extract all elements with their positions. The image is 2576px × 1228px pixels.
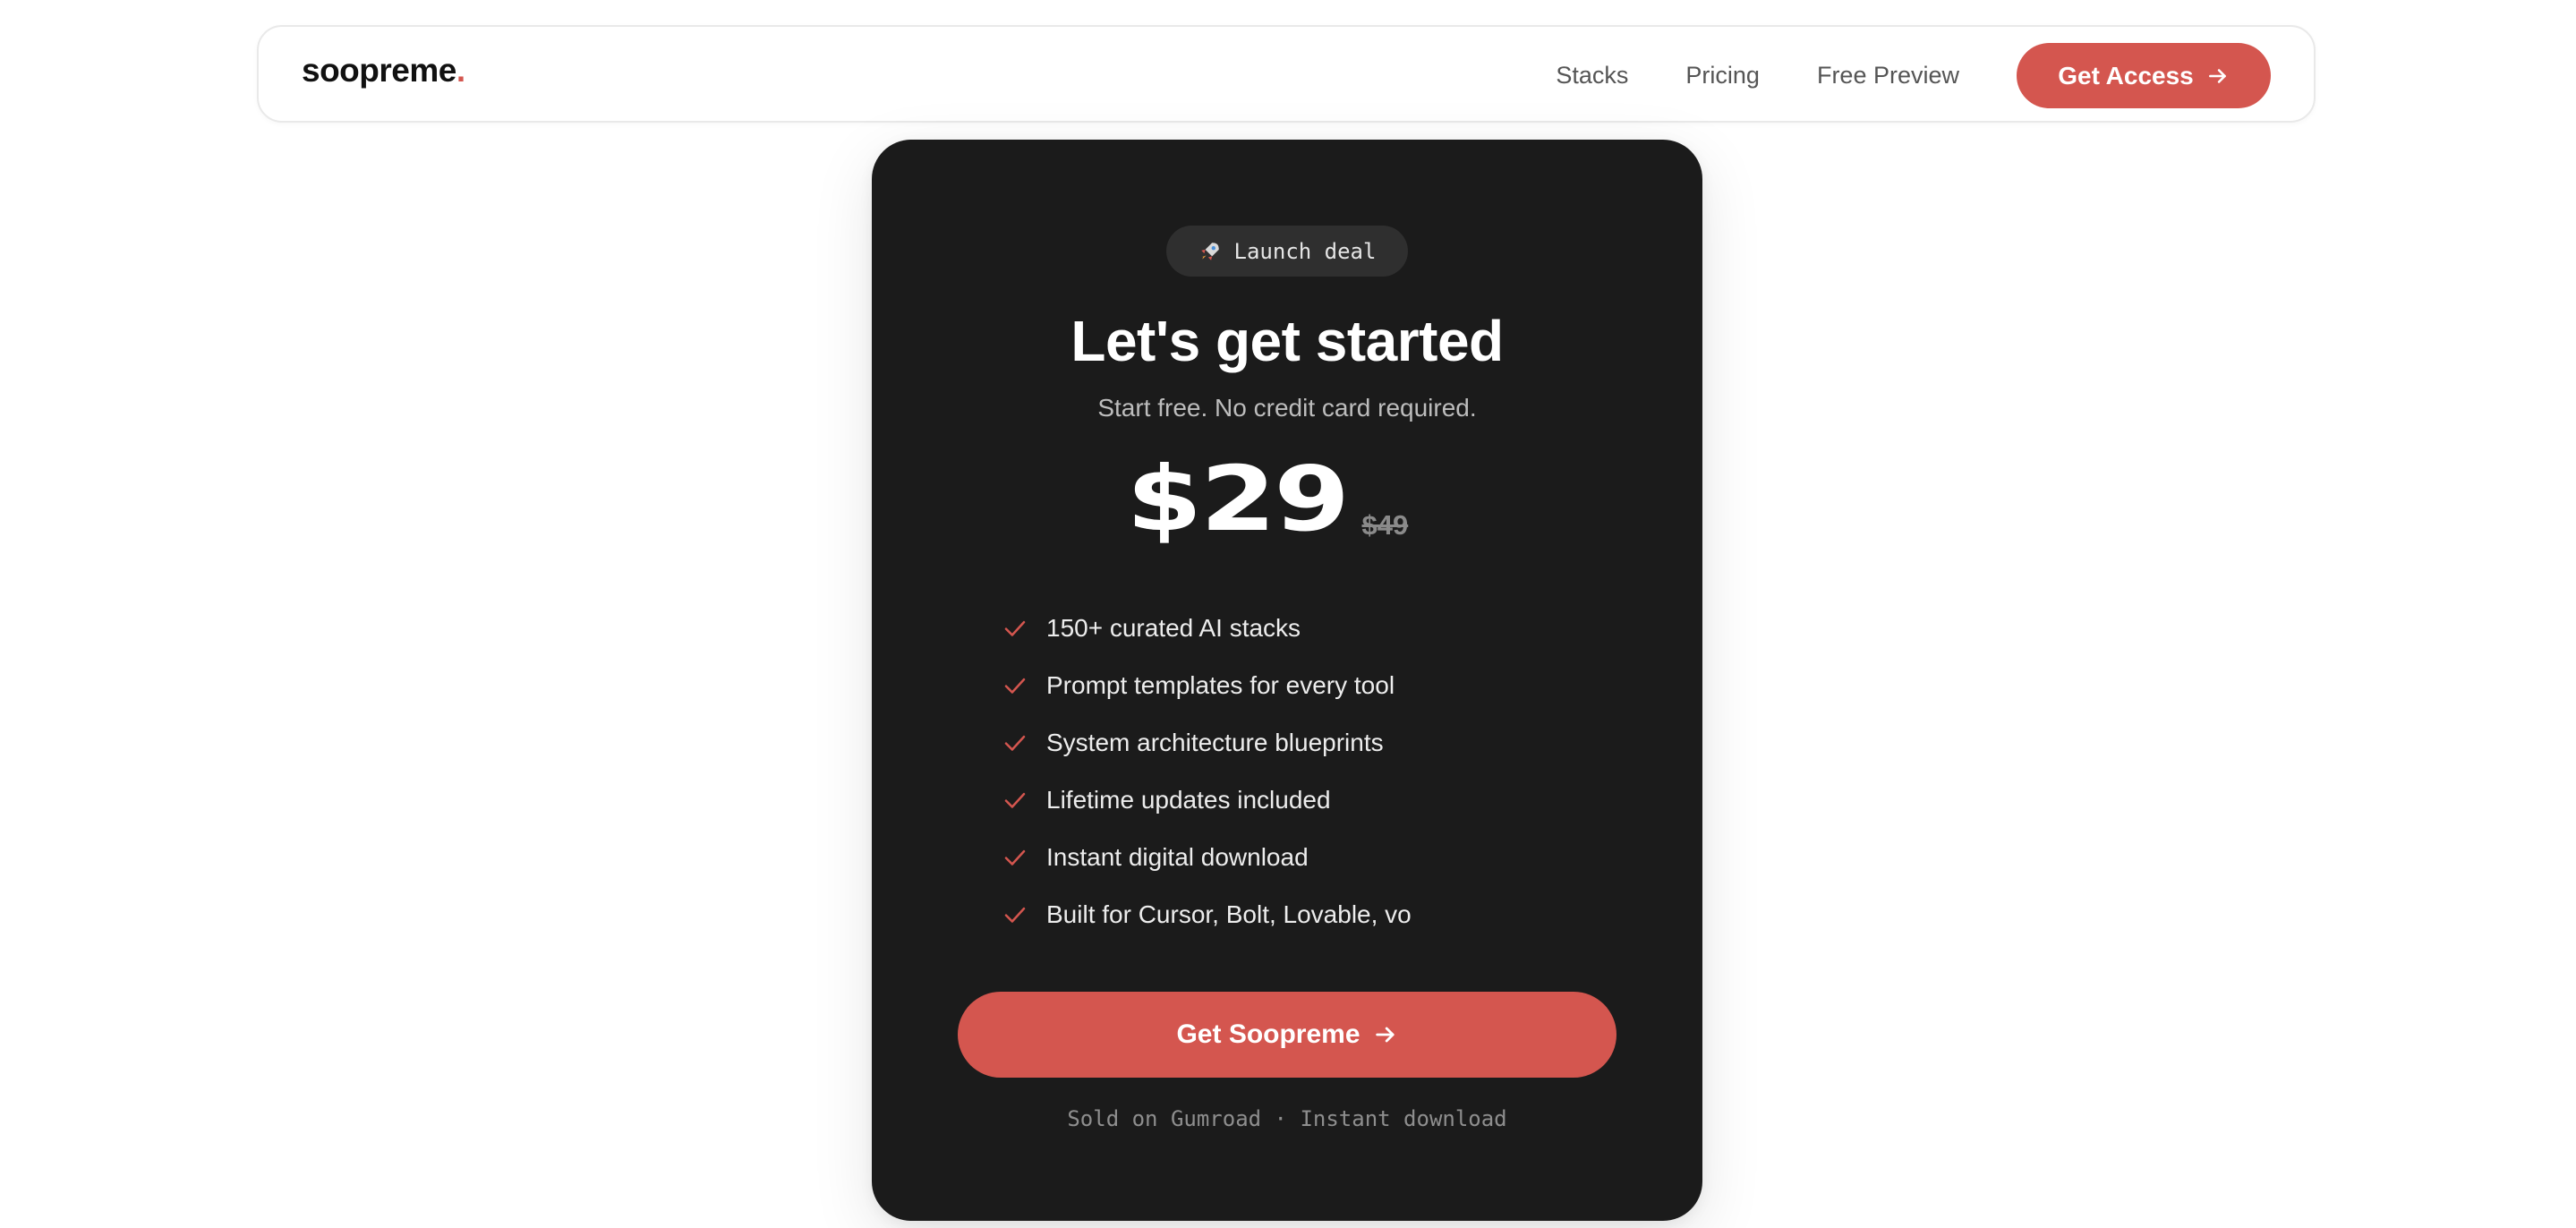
check-icon (1002, 615, 1028, 642)
get-soopreme-label: Get Soopreme (1176, 1019, 1361, 1049)
feature-item: Prompt templates for every tool (1002, 657, 1412, 714)
check-icon (1002, 729, 1028, 756)
rocket-icon (1198, 240, 1222, 263)
brand-logo-text: soopreme (302, 52, 456, 89)
feature-item: Built for Cursor, Bolt, Lovable, vo (1002, 886, 1412, 943)
launch-deal-badge: Launch deal (1166, 226, 1408, 277)
card-subtitle: Start free. No credit card required. (1097, 394, 1477, 422)
current-price: $29 (1126, 447, 1350, 551)
price-row: $29 $49 (872, 455, 1702, 544)
feature-text: Lifetime updates included (1046, 786, 1331, 814)
nav-link-pricing[interactable]: Pricing (1685, 64, 1760, 88)
nav-links: Stacks Pricing Free Preview Get Access (1556, 43, 2271, 108)
check-icon (1002, 672, 1028, 699)
check-icon (1002, 844, 1028, 871)
get-access-label: Get Access (2058, 61, 2194, 90)
original-price: $49 (1361, 509, 1409, 541)
purchase-footnote: Sold on Gumroad · Instant download (1067, 1106, 1507, 1131)
card-title: Let's get started (1070, 309, 1504, 373)
brand-logo[interactable]: soopreme. (302, 54, 465, 87)
check-icon (1002, 787, 1028, 814)
top-navbar: soopreme. Stacks Pricing Free Preview Ge… (257, 25, 2316, 123)
feature-text: Instant digital download (1046, 843, 1309, 871)
feature-text: Built for Cursor, Bolt, Lovable, vo (1046, 900, 1412, 928)
badge-label: Launch deal (1233, 238, 1377, 264)
feature-item: 150+ curated AI stacks (1002, 600, 1412, 657)
feature-text: 150+ curated AI stacks (1046, 614, 1301, 642)
arrow-right-icon (1375, 1027, 1395, 1043)
nav-link-stacks[interactable]: Stacks (1556, 64, 1628, 88)
feature-item: System architecture blueprints (1002, 714, 1412, 772)
feature-list: 150+ curated AI stacks Prompt templates … (1002, 600, 1412, 943)
arrow-right-icon (2208, 68, 2226, 83)
feature-item: Instant digital download (1002, 829, 1412, 886)
get-soopreme-button[interactable]: Get Soopreme (958, 992, 1616, 1078)
check-icon (1002, 901, 1028, 928)
pricing-card: Launch deal Let's get started Start free… (872, 140, 1702, 1221)
get-access-button[interactable]: Get Access (2017, 43, 2271, 108)
feature-text: Prompt templates for every tool (1046, 671, 1395, 699)
brand-logo-dot: . (456, 52, 465, 89)
nav-link-free-preview[interactable]: Free Preview (1817, 64, 1959, 88)
feature-text: System architecture blueprints (1046, 729, 1384, 756)
feature-item: Lifetime updates included (1002, 772, 1412, 829)
